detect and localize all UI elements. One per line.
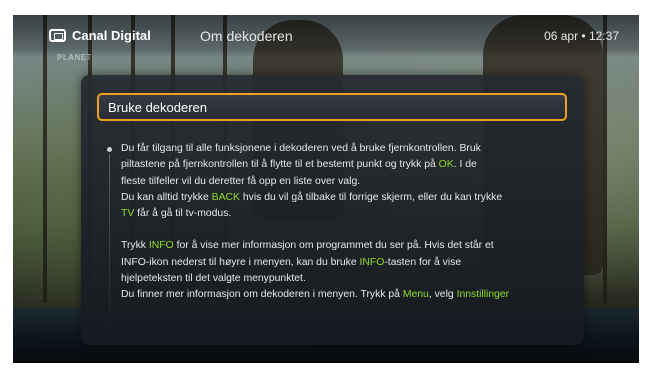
- help-text-line: hjelpeteksten til det valgte menypunktet…: [121, 271, 576, 287]
- help-text-segment: INFO-ikon nederst til høyre i menyen, ka…: [121, 256, 360, 268]
- background-tree: [43, 15, 47, 303]
- scroll-indicator-dot: [107, 147, 112, 152]
- help-text-segment: Trykk: [121, 240, 149, 252]
- help-text-line: fleste tilfeller vil du deretter få opp …: [121, 174, 576, 190]
- tv-icon: [49, 29, 66, 42]
- brand: Canal Digital: [49, 28, 151, 43]
- help-text-segment: hjelpeteksten til det valgte menypunktet…: [121, 273, 306, 285]
- key-name: BACK: [211, 191, 240, 203]
- help-text-segment: -tasten for å vise: [384, 256, 462, 268]
- key-name: TV: [121, 208, 135, 220]
- key-name: Innstillinger: [456, 289, 510, 301]
- help-text-line: Trykk INFO for å vise mer informasjon om…: [121, 238, 576, 254]
- key-name: INFO: [148, 240, 174, 252]
- top-bar: Canal Digital Om dekoderen 06 apr • 12:3…: [13, 15, 639, 57]
- help-text-segment: Du får tilgang til alle funksjonene i de…: [121, 143, 481, 154]
- date-time: 06 apr • 12:37: [544, 29, 619, 43]
- brand-name: Canal Digital: [72, 28, 151, 43]
- help-text-line: piltastene på fjernkontrollen til å flyt…: [121, 157, 576, 173]
- help-text-segment: fleste tilfeller vil du deretter få opp …: [121, 175, 361, 187]
- help-text-segment: , velg: [428, 289, 457, 301]
- help-text-segment: for å vise mer informasjon om programmet…: [173, 240, 494, 252]
- key-name: INFO: [359, 256, 385, 268]
- help-text-segment: får å gå til tv-modus.: [134, 208, 232, 220]
- help-text-segment: Du finner mer informasjon om dekoderen i…: [121, 289, 403, 301]
- key-name: Menu: [402, 289, 429, 301]
- help-text: Du får tilgang til alle funksjonene i de…: [121, 141, 576, 304]
- channel-logo: PLANET: [57, 53, 92, 62]
- help-text-line: Du finner mer informasjon om dekoderen i…: [121, 287, 576, 303]
- tv-screen: Canal Digital Om dekoderen 06 apr • 12:3…: [13, 15, 639, 363]
- help-text-line: Du får tilgang til alle funksjonene i de…: [121, 141, 576, 157]
- help-text-segment: piltastene på fjernkontrollen til å flyt…: [121, 159, 439, 171]
- help-text-segment: Du kan alltid trykke: [121, 191, 212, 203]
- dialog-title: Bruke dekoderen: [108, 100, 208, 115]
- help-text-line: TV får å gå til tv-modus.: [121, 206, 576, 222]
- help-text-line: INFO-ikon nederst til høyre i menyen, ka…: [121, 255, 576, 271]
- help-text-line: Du kan alltid trykke BACK hvis du vil gå…: [121, 190, 576, 206]
- scroll-track: [109, 154, 110, 334]
- dialog-title-bar[interactable]: Bruke dekoderen: [97, 93, 567, 121]
- help-dialog: Bruke dekoderen Du får tilgang til alle …: [81, 75, 584, 345]
- help-text-segment: . I de: [453, 159, 477, 171]
- key-name: OK: [438, 159, 454, 171]
- menu-title: Om dekoderen: [200, 28, 293, 44]
- help-text-segment: hvis du vil gå tilbake til forrige skjer…: [239, 191, 503, 203]
- background-tree: [603, 15, 607, 303]
